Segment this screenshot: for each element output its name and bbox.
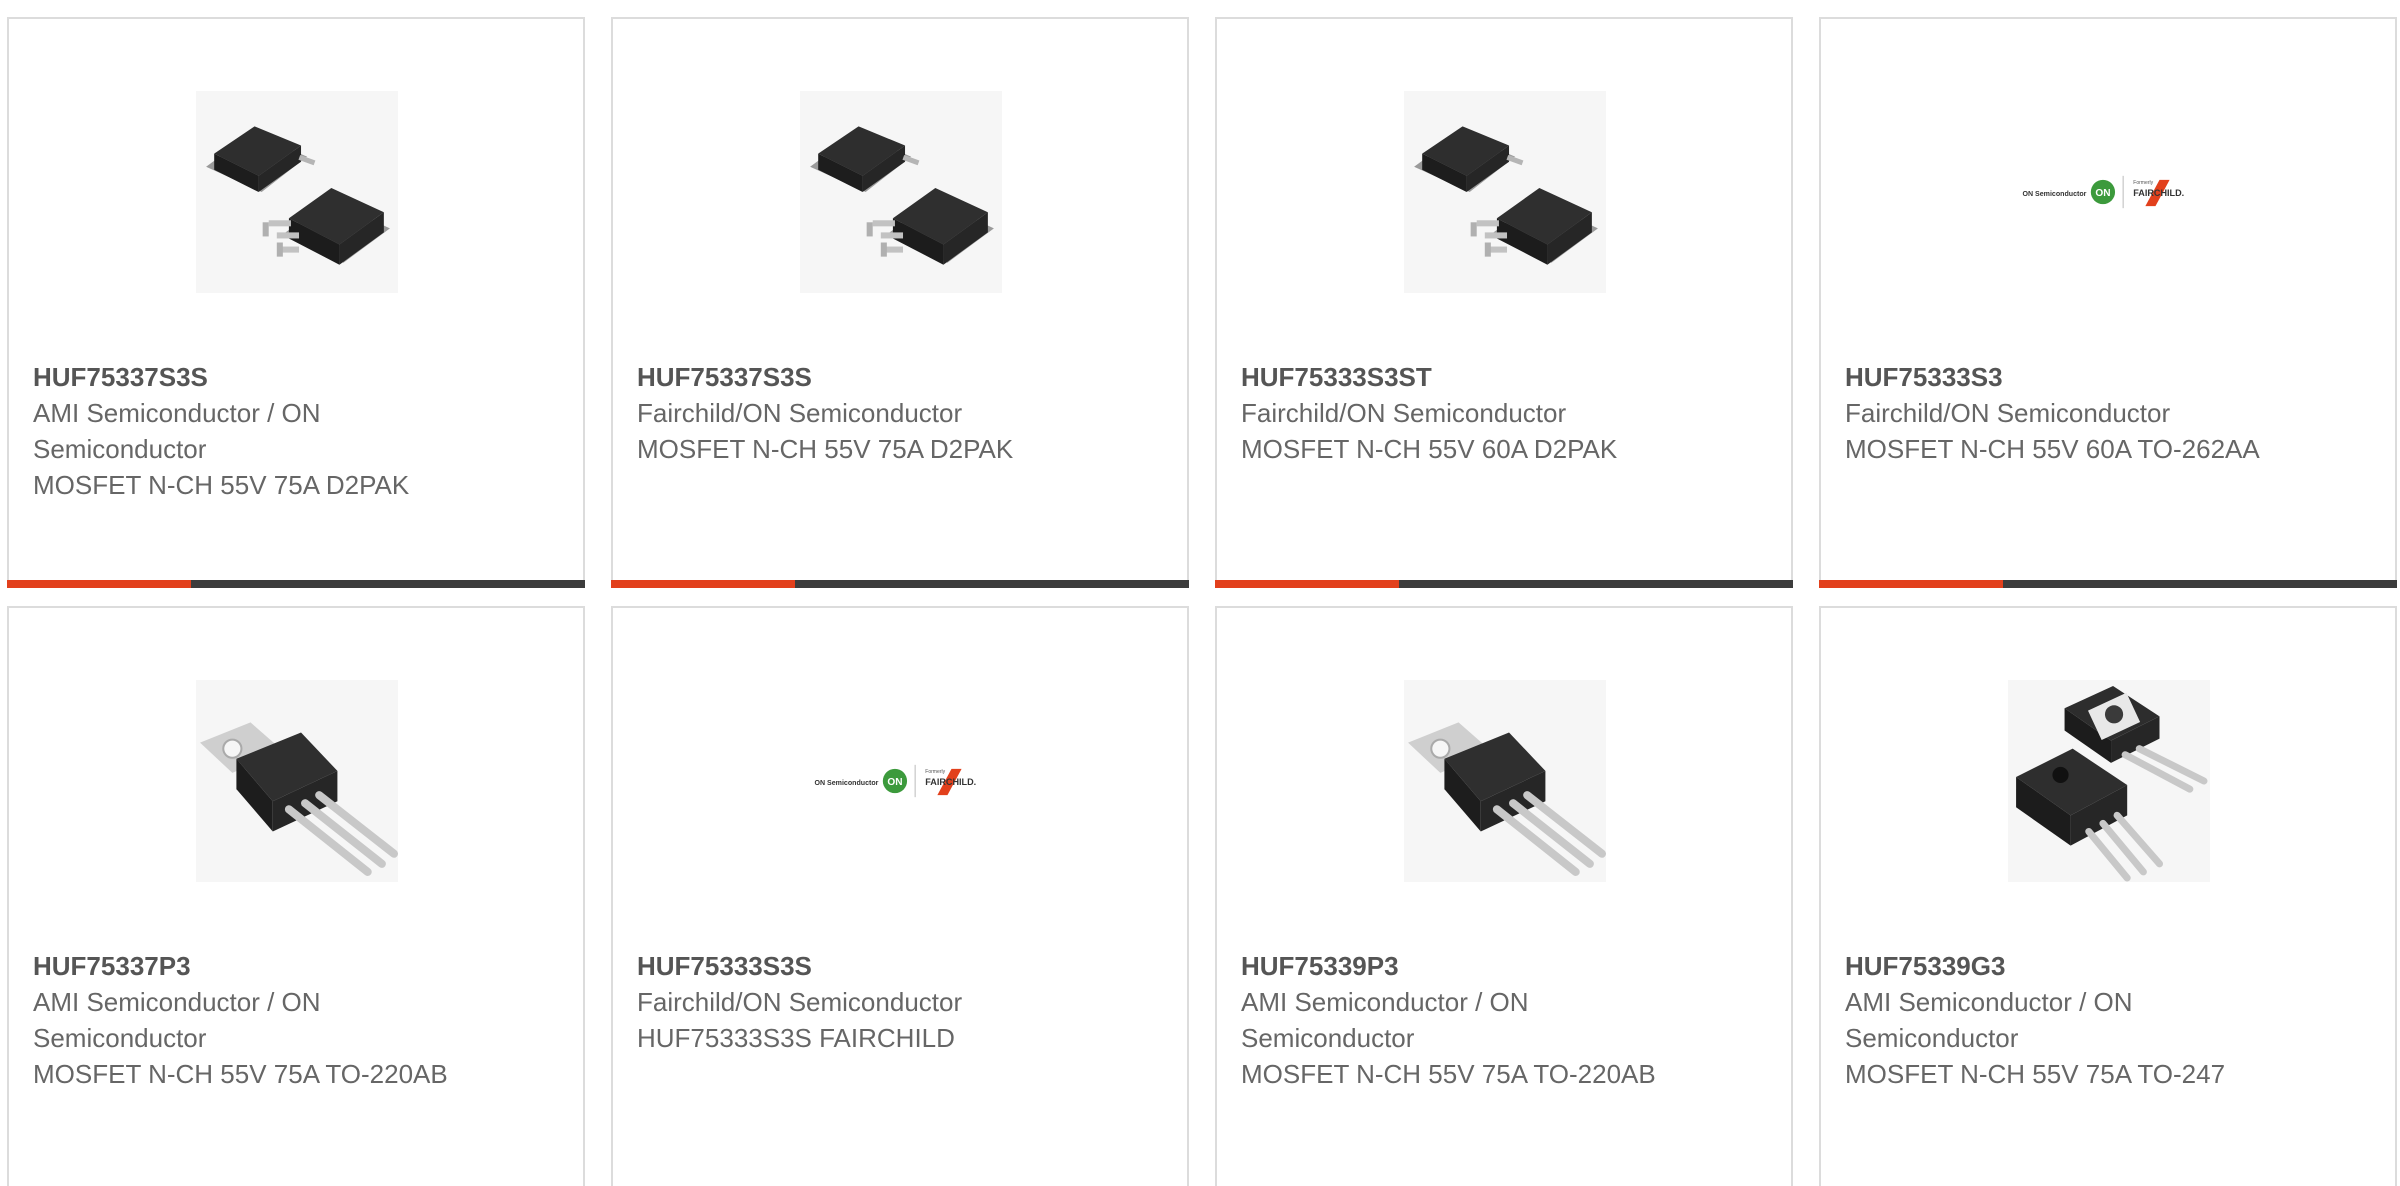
to220-package-image[interactable]	[196, 680, 398, 882]
product-description: MOSFET N-CH 55V 60A D2PAK	[1241, 434, 1618, 464]
card-bottom-bar	[1819, 580, 2397, 588]
part-number-link[interactable]: HUF75333S3	[1845, 359, 2265, 395]
product-info: HUF75339G3 AMI Semiconductor / ON Semicon…	[1845, 948, 2265, 1092]
part-number-link[interactable]: HUF75333S3ST	[1241, 359, 1661, 395]
manufacturer-name: Fairchild/ON Semiconductor	[1241, 398, 1567, 428]
product-card[interactable]: HUF75333S3S Fairchild/ON Semiconductor HUF…	[611, 606, 1189, 1186]
part-number-link[interactable]: HUF75337S3S	[33, 359, 453, 395]
product-description: MOSFET N-CH 55V 75A D2PAK	[33, 470, 410, 500]
d2pak-package-image[interactable]	[800, 91, 1002, 293]
card-accent-bar	[611, 580, 795, 588]
card-accent-bar	[1819, 580, 2003, 588]
product-card[interactable]: HUF75337S3S AMI Semiconductor / ON Semico…	[7, 17, 585, 588]
on-semi-fairchild-logo[interactable]	[800, 680, 1002, 882]
product-card[interactable]: HUF75333S3 Fairchild/ON Semiconductor MOSF…	[1819, 17, 2397, 588]
manufacturer-name: AMI Semiconductor / ON Semiconductor	[33, 398, 321, 464]
part-number-link[interactable]: HUF75339G3	[1845, 948, 2265, 984]
card-bottom-bar	[611, 580, 1189, 588]
product-info: HUF75333S3ST Fairchild/ON Semiconductor MO…	[1241, 359, 1661, 467]
card-accent-bar	[7, 580, 191, 588]
manufacturer-name: AMI Semiconductor / ON Semiconductor	[1845, 987, 2133, 1053]
part-number-link[interactable]: HUF75339P3	[1241, 948, 1661, 984]
d2pak-package-image[interactable]	[1404, 91, 1606, 293]
product-info: HUF75333S3 Fairchild/ON Semiconductor MOSF…	[1845, 359, 2265, 467]
product-info: HUF75337S3S AMI Semiconductor / ON Semico…	[33, 359, 453, 503]
product-grid: HUF75337S3S AMI Semiconductor / ON Semico…	[0, 0, 2400, 1186]
to247-package-image[interactable]	[2008, 680, 2210, 882]
product-info: HUF75337P3 AMI Semiconductor / ON Semicon…	[33, 948, 453, 1092]
card-bottom-bar	[7, 580, 585, 588]
part-number-link[interactable]: HUF75337P3	[33, 948, 453, 984]
manufacturer-name: Fairchild/ON Semiconductor	[637, 987, 963, 1017]
manufacturer-name: AMI Semiconductor / ON Semiconductor	[33, 987, 321, 1053]
part-number-link[interactable]: HUF75333S3S	[637, 948, 1057, 984]
card-accent-bar	[1215, 580, 1399, 588]
d2pak-package-image[interactable]	[196, 91, 398, 293]
product-card[interactable]: HUF75337P3 AMI Semiconductor / ON Semicon…	[7, 606, 585, 1186]
part-number-link[interactable]: HUF75337S3S	[637, 359, 1057, 395]
product-info: HUF75337S3S Fairchild/ON Semiconductor MOS…	[637, 359, 1057, 467]
product-description: MOSFET N-CH 55V 75A TO-220AB	[33, 1059, 448, 1089]
card-bottom-bar	[1215, 580, 1793, 588]
product-info: HUF75333S3S Fairchild/ON Semiconductor HUF…	[637, 948, 1057, 1056]
product-info: HUF75339P3 AMI Semiconductor / ON Semicon…	[1241, 948, 1661, 1092]
product-card[interactable]: HUF75333S3ST Fairchild/ON Semiconductor MO…	[1215, 17, 1793, 588]
product-description: MOSFET N-CH 55V 75A TO-220AB	[1241, 1059, 1656, 1089]
product-description: HUF75333S3S FAIRCHILD	[637, 1023, 955, 1053]
product-description: MOSFET N-CH 55V 60A TO-262AA	[1845, 434, 2260, 464]
manufacturer-name: AMI Semiconductor / ON Semiconductor	[1241, 987, 1529, 1053]
product-card[interactable]: HUF75339G3 AMI Semiconductor / ON Semicon…	[1819, 606, 2397, 1186]
product-description: MOSFET N-CH 55V 75A TO-247	[1845, 1059, 2226, 1089]
to220-package-image[interactable]	[1404, 680, 1606, 882]
manufacturer-name: Fairchild/ON Semiconductor	[637, 398, 963, 428]
product-card[interactable]: HUF75337S3S Fairchild/ON Semiconductor MOS…	[611, 17, 1189, 588]
manufacturer-name: Fairchild/ON Semiconductor	[1845, 398, 2171, 428]
product-card[interactable]: HUF75339P3 AMI Semiconductor / ON Semicon…	[1215, 606, 1793, 1186]
on-semi-fairchild-logo[interactable]	[2008, 91, 2210, 293]
product-description: MOSFET N-CH 55V 75A D2PAK	[637, 434, 1014, 464]
